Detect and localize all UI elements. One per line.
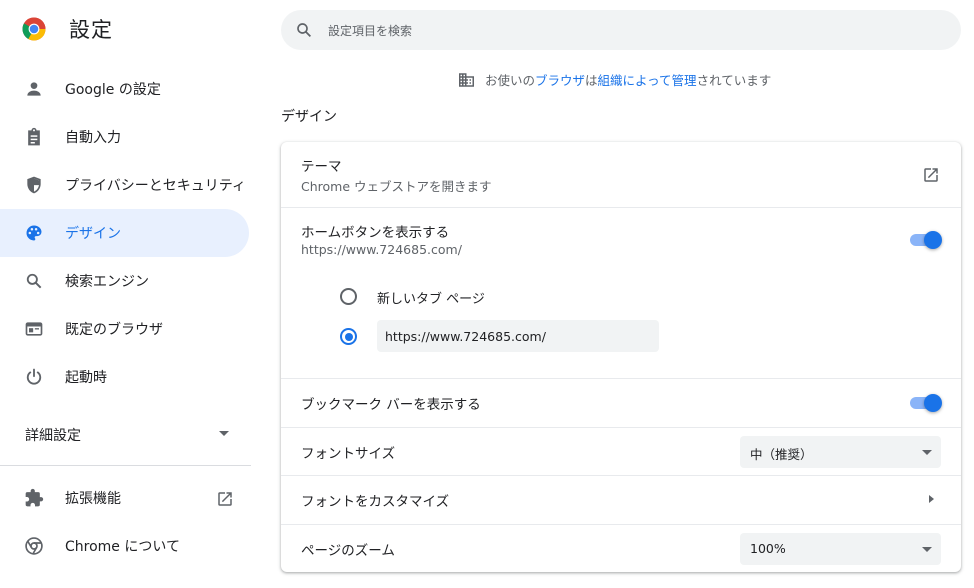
managed-org-link[interactable]: 組織によって管理 — [598, 70, 697, 89]
sidebar-item-about-chrome[interactable]: Chrome について — [0, 522, 249, 570]
chrome-icon — [24, 536, 44, 556]
new-tab-page-label: 新しいタブ ページ — [377, 292, 485, 307]
home-button-title: ホームボタンを表示する — [301, 225, 450, 241]
section-title-appearance: デザイン — [281, 109, 337, 125]
custom-url-input[interactable] — [377, 320, 659, 352]
dropdown-arrow-icon — [922, 450, 932, 455]
sidebar-item-label: Google の設定 — [65, 82, 161, 98]
search-icon — [24, 271, 44, 291]
shield-icon — [24, 175, 44, 195]
sidebar-item-appearance[interactable]: デザイン — [0, 209, 249, 257]
home-button-subtitle: https://www.724685.com/ — [301, 242, 462, 257]
sidebar-item-autofill[interactable]: 自動入力 — [0, 113, 249, 161]
chevron-down-icon — [219, 431, 229, 436]
font-size-value: 中（推奨） — [750, 447, 813, 462]
sidebar-item-label: Chrome について — [65, 539, 180, 555]
managed-text-middle: は — [585, 73, 598, 88]
sidebar-divider — [0, 465, 251, 466]
page-zoom-select[interactable]: 100% — [740, 533, 941, 565]
bookmarks-bar-title: ブックマーク バーを表示する — [301, 397, 481, 413]
advanced-settings-toggle[interactable]: 詳細設定 — [0, 414, 249, 454]
managed-notice: お使いの ブラウザ は 組織によって管理 されています — [457, 70, 771, 89]
person-icon — [24, 79, 44, 99]
theme-row[interactable]: テーマ Chrome ウェブストアを開きます — [281, 142, 961, 207]
sidebar-item-label: 既定のブラウザ — [65, 322, 163, 338]
sidebar-item-search-engine[interactable]: 検索エンジン — [0, 257, 249, 305]
sidebar-item-label: デザイン — [65, 226, 121, 242]
custom-url-radio[interactable] — [340, 328, 357, 345]
home-button-row: ホームボタンを表示する https://www.724685.com/ 新しいタ… — [281, 207, 961, 378]
search-icon — [297, 23, 312, 38]
bookmarks-bar-toggle[interactable] — [909, 393, 942, 413]
page-zoom-value: 100% — [750, 541, 786, 556]
sidebar-item-label: 拡張機能 — [65, 491, 121, 507]
toggle-knob — [924, 394, 942, 412]
search-placeholder: 設定項目を検索 — [328, 24, 413, 38]
new-tab-page-radio[interactable] — [340, 288, 357, 305]
appearance-card: テーマ Chrome ウェブストアを開きます ホームボタンを表示する https… — [281, 142, 961, 572]
sidebar-item-label: 起動時 — [65, 370, 107, 386]
clipboard-icon — [24, 127, 44, 147]
sidebar-item-privacy[interactable]: プライバシーとセキュリティ — [0, 161, 249, 209]
font-size-row: フォントサイズ 中（推奨） — [281, 427, 961, 475]
toggle-knob — [924, 231, 942, 249]
managed-text-suffix: されています — [696, 73, 772, 88]
chrome-logo-icon — [22, 17, 46, 41]
sidebar-item-google[interactable]: Google の設定 — [0, 65, 249, 113]
page-title: 設定 — [69, 18, 113, 42]
theme-title: テーマ — [301, 159, 342, 175]
sidebar-item-label: 検索エンジン — [65, 274, 149, 290]
managed-text-prefix: お使いの — [485, 73, 536, 88]
power-icon — [24, 367, 44, 387]
sidebar-item-default-browser[interactable]: 既定のブラウザ — [0, 305, 249, 353]
open-in-new-icon[interactable] — [216, 490, 234, 508]
theme-subtitle: Chrome ウェブストアを開きます — [301, 179, 492, 194]
sidebar-item-label: 自動入力 — [65, 130, 121, 146]
customize-fonts-title: フォントをカスタマイズ — [301, 494, 450, 510]
dropdown-arrow-icon — [922, 547, 932, 552]
font-size-title: フォントサイズ — [301, 446, 396, 462]
home-button-toggle[interactable] — [909, 230, 942, 250]
sidebar: 設定 Google の設定 自動入力 プライバシーとセキュリティ デザイン 検索… — [0, 0, 256, 588]
page-zoom-title: ページのズーム — [301, 543, 395, 559]
managed-browser-link[interactable]: ブラウザ — [535, 70, 585, 89]
building-icon — [459, 72, 474, 87]
sidebar-item-extensions[interactable]: 拡張機能 — [0, 474, 249, 522]
open-in-new-icon[interactable] — [922, 166, 940, 184]
search-input[interactable]: 設定項目を検索 — [281, 10, 961, 50]
customize-fonts-row[interactable]: フォントをカスタマイズ — [281, 475, 961, 524]
advanced-settings-label: 詳細設定 — [25, 428, 81, 444]
font-size-select[interactable]: 中（推奨） — [740, 436, 941, 468]
sidebar-item-on-startup[interactable]: 起動時 — [0, 353, 249, 401]
puzzle-icon — [24, 488, 44, 508]
bookmarks-bar-row[interactable]: ブックマーク バーを表示する — [281, 378, 961, 427]
page-zoom-row: ページのズーム 100% — [281, 524, 961, 572]
chevron-right-icon — [929, 495, 934, 503]
browser-icon — [24, 319, 44, 339]
palette-icon — [24, 223, 44, 243]
sidebar-item-label: プライバシーとセキュリティ — [65, 178, 246, 194]
